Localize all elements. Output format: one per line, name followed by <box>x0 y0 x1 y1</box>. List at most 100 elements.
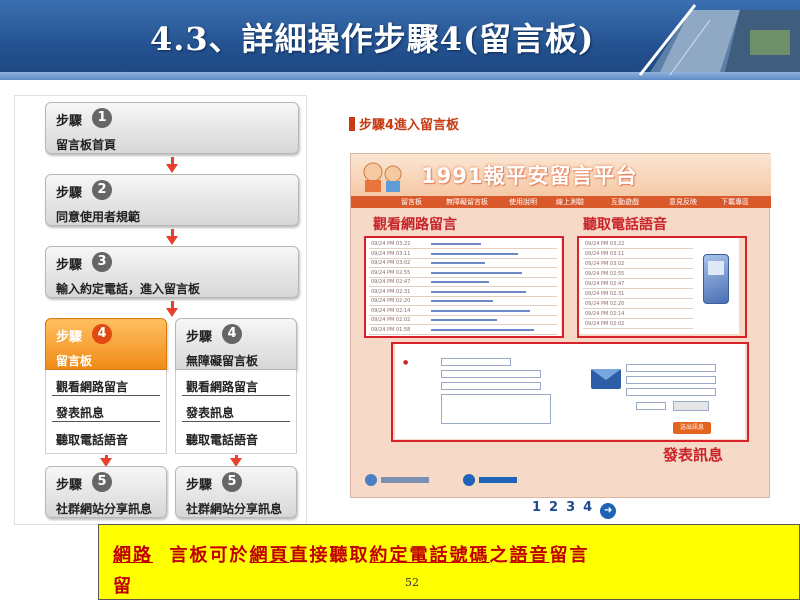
message-row[interactable] <box>369 276 557 278</box>
step-4b-options: 觀看網路留言 發表訊息 聽取電話語音 <box>175 370 297 454</box>
voice-row[interactable] <box>583 308 693 309</box>
steps-panel: 步驟 1 留言板首頁 步驟 2 同意使用者規範 步驟 3 輸入約定電話，進入留言… <box>14 95 307 525</box>
chunghwa-telecom-logo-icon <box>463 474 517 486</box>
step-desc-4b: 無障礙留言板 <box>186 354 259 368</box>
divider <box>182 395 290 396</box>
post-message-title: 發表訊息 <box>663 446 724 464</box>
voice-row[interactable] <box>583 288 693 289</box>
step-2-box: 步驟 2 同意使用者規範 <box>45 174 299 226</box>
page-link[interactable]: 3 <box>566 500 575 515</box>
heading-text: 進入留言板 <box>394 118 460 133</box>
step-4-options: 觀看網路留言 發表訊息 聽取電話語音 <box>45 370 167 454</box>
message-date: 09/24 PM 02:20 <box>371 298 411 304</box>
nav-item[interactable]: 線上測驗 <box>556 197 584 207</box>
heading-step: 步驟4 <box>359 118 395 133</box>
submit-button[interactable]: 送出訊息 <box>673 422 711 434</box>
page-link[interactable]: 1 <box>532 500 541 515</box>
phone-field[interactable] <box>441 358 511 366</box>
message-link[interactable] <box>431 281 489 283</box>
nav-item[interactable]: 使用說明 <box>509 197 537 207</box>
page-number: 52 <box>405 576 419 589</box>
step-4-header: 步驟 4 無障礙留言板 <box>175 318 297 370</box>
message-row[interactable] <box>369 257 557 259</box>
message-row[interactable] <box>369 248 557 249</box>
email-field[interactable] <box>626 376 716 384</box>
phone-icon <box>703 254 729 304</box>
message-date: 09/24 PM 02:55 <box>371 269 411 276</box>
slide-header: 4.3、詳細操作步驟4(留言板) <box>0 0 800 80</box>
step-word: 步驟 <box>56 114 83 129</box>
voice-row[interactable] <box>583 318 693 319</box>
message-date: 09/24 PM 02:02 <box>371 317 411 323</box>
voice-row[interactable] <box>583 278 693 279</box>
message-date: 09/24 PM 03:22 <box>371 241 411 247</box>
ministry-logo-icon <box>365 474 429 486</box>
email-field[interactable] <box>626 388 716 396</box>
header-photo-collage <box>638 4 800 76</box>
captcha-image <box>673 401 709 411</box>
message-row[interactable] <box>369 305 557 306</box>
message-link[interactable] <box>431 271 522 274</box>
voice-row[interactable] <box>583 248 693 249</box>
voice-row[interactable] <box>583 298 693 299</box>
message-row[interactable] <box>369 324 557 325</box>
step-number-3: 3 <box>92 252 112 272</box>
message-row[interactable] <box>369 286 557 287</box>
step-desc-5: 社群網站分享訊息 <box>56 502 153 516</box>
step-number-5: 5 <box>92 472 112 492</box>
voice-row[interactable] <box>583 258 693 259</box>
name-field[interactable] <box>441 370 541 378</box>
message-row[interactable] <box>369 314 557 316</box>
option-view-messages: 觀看網路留言 <box>186 380 259 394</box>
option-listen-voice: 聽取電話語音 <box>186 433 259 447</box>
voice-date: 09/24 PM 02:14 <box>585 311 625 317</box>
voice-date: 09/24 PM 02:02 <box>585 321 625 327</box>
nav-item[interactable]: 無障礙留言板 <box>446 197 488 207</box>
page-link[interactable]: 2 <box>549 500 558 515</box>
note-banner: 網路 言板可於網頁直接聽取約定電話號碼之語音留言 留 <box>98 524 800 600</box>
message-link[interactable] <box>431 300 493 302</box>
step-desc-1: 留言板首頁 <box>56 138 117 152</box>
message-link[interactable] <box>431 290 526 293</box>
step-number-5: 5 <box>222 472 242 492</box>
page-link[interactable]: 4 <box>583 500 592 515</box>
message-link[interactable] <box>431 309 530 312</box>
step-number-4: 4 <box>92 324 112 344</box>
arrow-right-circle-icon[interactable]: ➜ <box>600 503 617 519</box>
nav-item[interactable]: 下載專區 <box>721 197 749 207</box>
mail-icon <box>591 369 621 389</box>
message-link[interactable] <box>431 328 534 331</box>
email-field[interactable] <box>626 364 716 372</box>
step-4-header: 步驟 4 留言板 <box>45 318 167 370</box>
step-number-2: 2 <box>92 180 112 200</box>
nav-item[interactable]: 意見反映 <box>669 197 697 207</box>
nav-item[interactable]: 互動遊戲 <box>611 197 639 207</box>
message-field[interactable] <box>441 394 551 424</box>
message-link[interactable] <box>431 319 497 321</box>
message-row[interactable] <box>369 295 557 297</box>
listen-voice-title: 聽取電話語音 <box>583 217 667 233</box>
message-row[interactable] <box>369 267 557 268</box>
message-date: 09/24 PM 03:11 <box>371 250 411 257</box>
divider <box>52 421 160 422</box>
step-desc-2: 同意使用者規範 <box>56 210 141 224</box>
message-link[interactable] <box>431 243 481 245</box>
type-field[interactable] <box>441 382 541 390</box>
voice-date: 09/24 PM 02:55 <box>585 271 625 277</box>
message-date: 09/24 PM 02:14 <box>371 307 411 314</box>
message-link[interactable] <box>431 262 485 264</box>
option-view-messages: 觀看網路留言 <box>56 380 129 394</box>
option-listen-voice: 聽取電話語音 <box>56 433 129 447</box>
message-link[interactable] <box>431 252 518 255</box>
divider <box>52 395 160 396</box>
message-row[interactable] <box>369 333 557 335</box>
voice-row[interactable] <box>583 328 693 329</box>
step-5-box: 步驟 5 社群網站分享訊息 <box>45 466 167 518</box>
step-1-box: 步驟 1 留言板首頁 <box>45 102 299 154</box>
divider <box>182 421 290 422</box>
voice-row[interactable] <box>583 268 693 269</box>
screenshot-heading: 步驟4進入留言板 <box>349 114 459 133</box>
captcha-input[interactable] <box>636 402 666 410</box>
nav-item[interactable]: 留言板 <box>401 197 422 207</box>
voice-date: 09/24 PM 03:11 <box>585 251 625 257</box>
